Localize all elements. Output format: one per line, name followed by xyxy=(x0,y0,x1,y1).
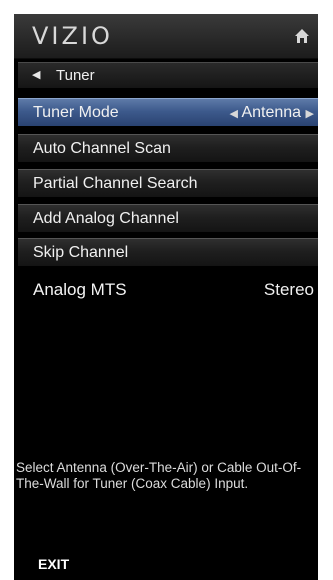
menu-item-auto-channel-scan[interactable]: Auto Channel Scan xyxy=(18,134,318,162)
header-bar: VIZIO xyxy=(14,14,318,59)
menu-item-label: Analog MTS xyxy=(33,280,127,299)
back-button[interactable]: ◀ Tuner xyxy=(18,62,318,88)
menu-item-label: Auto Channel Scan xyxy=(33,140,171,157)
back-arrow-icon: ◀ xyxy=(32,69,41,81)
menu-title: Tuner xyxy=(56,67,95,84)
tuner-mode-value[interactable]: ◀ Antenna ▶ xyxy=(229,99,314,128)
left-arrow-icon[interactable]: ◀ xyxy=(229,108,237,120)
menu-item-tuner-mode[interactable]: Tuner Mode ◀ Antenna ▶ xyxy=(18,98,318,126)
menu-item-label: Partial Channel Search xyxy=(33,175,198,192)
menu-item-analog-mts[interactable]: Analog MTS Stereo xyxy=(18,276,318,304)
menu-item-skip-channel[interactable]: Skip Channel xyxy=(18,238,318,266)
tuner-mode-value-text: Antenna xyxy=(241,104,302,121)
tv-menu-panel: VIZIO ◀ Tuner Tuner Mode ◀ Antenna ▶ Aut… xyxy=(14,14,318,580)
menu-item-partial-channel-search[interactable]: Partial Channel Search xyxy=(18,169,318,197)
menu-item-label: Add Analog Channel xyxy=(33,210,179,227)
home-icon[interactable] xyxy=(294,28,310,44)
footer-bar: EXIT xyxy=(14,556,318,580)
analog-mts-value: Stereo xyxy=(263,280,314,299)
menu-item-label: Tuner Mode xyxy=(33,104,119,121)
menu-item-add-analog-channel[interactable]: Add Analog Channel xyxy=(18,204,318,232)
menu-item-label: Skip Channel xyxy=(33,244,129,261)
exit-button[interactable]: EXIT xyxy=(38,556,69,572)
right-arrow-icon[interactable]: ▶ xyxy=(306,108,314,120)
brand-logo: VIZIO xyxy=(32,22,113,50)
help-text: Select Antenna (Over-The-Air) or Cable O… xyxy=(16,460,302,491)
